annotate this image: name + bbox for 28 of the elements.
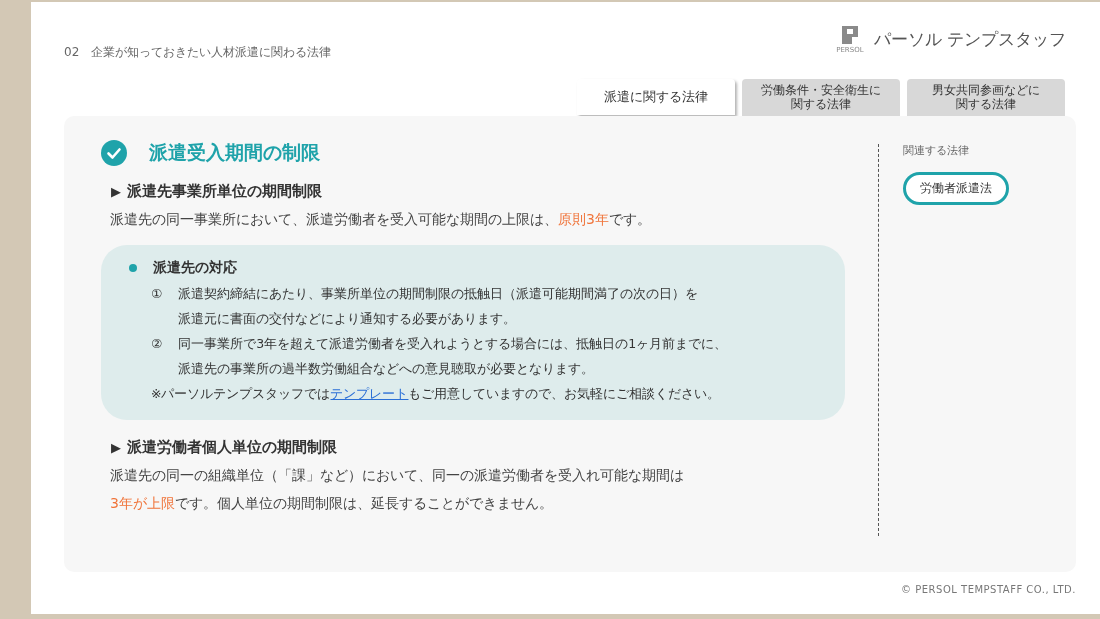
item-text: 同一事業所で3年を超えて派遣労働者を受入れようとする場合には、抵触日の1ヶ月前までに、 (178, 335, 728, 353)
tab[interactable]: 労働条件・安全衛生に 関する法律 (742, 79, 900, 116)
triangle-marker: ▶ (111, 440, 121, 455)
item-number: ① (151, 285, 163, 303)
related-label: 関連する法律 (903, 144, 969, 158)
tab[interactable]: 派遣に関する法律 (577, 79, 735, 115)
tab[interactable]: 男女共同参画などに 関する法律 (907, 79, 1065, 116)
triangle-marker: ▶ (111, 184, 121, 199)
check-circle-icon (101, 140, 127, 166)
body-text: 3年が上限です。個人単位の期間制限は、延長することができません。 (110, 494, 554, 513)
subsection-heading: 派遣労働者個人単位の期間制限 (127, 438, 337, 457)
breadcrumb: 02 企業が知っておきたい人材派遣に関わる法律 (64, 44, 332, 61)
body-text: 派遣先の同一事業所において、派遣労働者を受入可能な期間の上限は、原則3年です。 (110, 210, 652, 229)
subsection-heading: 派遣先事業所単位の期間制限 (127, 182, 322, 201)
template-link[interactable]: テンプレート (330, 386, 409, 401)
logo-mark-icon (841, 26, 858, 44)
item-number: ② (151, 335, 163, 353)
body-text: 派遣先の同一の組織単位（「課」など）において、同一の派遣労働者を受入れ可能な期間は (110, 466, 685, 485)
logo-text: パーソル テンプスタッフ (873, 28, 1066, 51)
item-text: 派遣元に書面の交付などにより通知する必要があります。 (178, 310, 518, 328)
copyright-text: © PERSOL TEMPSTAFF CO., LTD. (900, 584, 1076, 595)
item-text: 派遣契約締結にあたり、事業所単位の期間制限の抵触日（派遣可能期間満了の次の日）を (178, 285, 699, 303)
related-law-button[interactable]: 労働者派遣法 (903, 172, 1009, 205)
bullet-dot-icon (129, 264, 137, 272)
note-heading: 派遣先の対応 (153, 259, 237, 277)
section-title: 派遣受入期間の制限 (149, 140, 320, 165)
footnote-text: ※パーソルテンプスタッフではテンプレート もご用意していますので、お気軽にご相談ください。 (151, 385, 722, 403)
item-text: 派遣先の事業所の過半数労働組合などへの意見聴取が必要となります。 (178, 360, 596, 378)
